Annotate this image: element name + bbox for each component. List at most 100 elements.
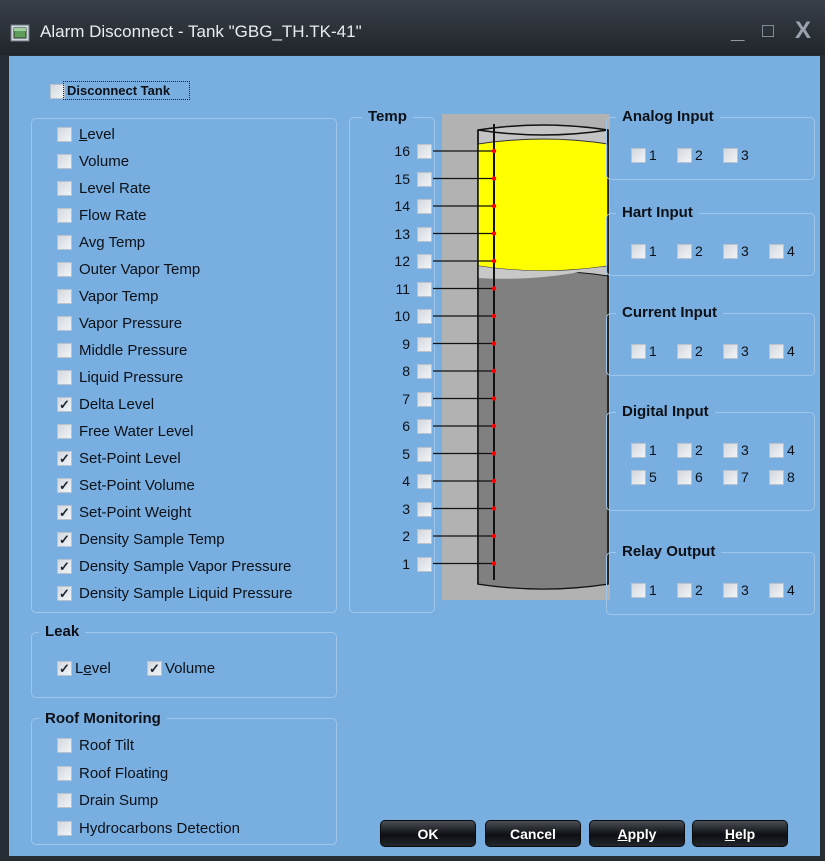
digital-input-channel-3-checkbox[interactable] <box>723 443 738 458</box>
roof-roof-tilt-checkbox[interactable] <box>57 738 72 753</box>
minimize-button[interactable]: _ <box>731 16 744 46</box>
current-input-channel-2-label: 2 <box>695 343 703 359</box>
alarm-flow-rate-label: Flow Rate <box>79 207 147 224</box>
leak-level-label: Level <box>75 660 111 677</box>
digital-input-channel-8-checkbox[interactable] <box>769 470 784 485</box>
alarm-avg-temp-checkbox[interactable] <box>57 235 72 250</box>
sensor-2-marker <box>491 533 497 539</box>
alarm-delta-level-checkbox[interactable]: ✓ <box>57 397 72 412</box>
temp-sensor-8-label: 8 <box>402 363 410 379</box>
roof-drain-sump-label: Drain Sump <box>79 792 159 809</box>
analog-input-channel-2-label: 2 <box>695 147 703 163</box>
current-input-channel-3-label: 3 <box>741 343 749 359</box>
roof-roof-tilt-label: Roof Tilt <box>79 737 135 754</box>
alarm-density-sample-vapor-pressure-checkbox[interactable]: ✓ <box>57 559 72 574</box>
current-input-title: Current Input <box>616 304 723 322</box>
alarm-density-sample-liquid-pressure-label: Density Sample Liquid Pressure <box>79 585 293 602</box>
relay-output-channel-4-label: 4 <box>787 582 795 598</box>
alarm-level-checkbox[interactable] <box>57 127 72 142</box>
alarm-set-point-level-checkbox[interactable]: ✓ <box>57 451 72 466</box>
alarm-volume-checkbox[interactable] <box>57 154 72 169</box>
hart-input-channel-1-label: 1 <box>649 243 657 259</box>
digital-input-channel-7-checkbox[interactable] <box>723 470 738 485</box>
apply-button[interactable]: Apply <box>589 820 685 847</box>
maximize-button[interactable]: □ <box>762 16 774 46</box>
sensor-5-marker <box>491 451 497 456</box>
leak-group-title: Leak <box>39 623 86 641</box>
alarm-avg-temp-label: Avg Temp <box>79 234 146 251</box>
roof-roof-floating-checkbox[interactable] <box>57 765 72 781</box>
cancel-button[interactable]: Cancel <box>485 820 581 847</box>
window-title: Alarm Disconnect - Tank "GBG_TH.TK-41" <box>40 22 362 41</box>
relay-output-channel-4-checkbox[interactable] <box>769 583 784 598</box>
alarm-set-point-level-label: Set-Point Level <box>79 450 181 467</box>
hart-input-channel-1-checkbox[interactable] <box>631 244 646 259</box>
alarm-vapor-temp-checkbox[interactable] <box>57 289 72 304</box>
alarm-middle-pressure-checkbox[interactable] <box>57 343 72 358</box>
alarm-free-water-level-checkbox[interactable] <box>57 424 72 439</box>
digital-input-group <box>606 412 815 511</box>
alarm-liquid-pressure-label: Liquid Pressure <box>79 369 184 386</box>
digital-input-channel-4-checkbox[interactable] <box>769 443 784 458</box>
relay-output-channel-2-checkbox[interactable] <box>677 583 692 598</box>
relay-output-channel-3-checkbox[interactable] <box>723 583 738 598</box>
alarm-vapor-pressure-checkbox[interactable] <box>57 316 72 331</box>
roof-hydrocarbons-detection-checkbox[interactable] <box>57 820 72 836</box>
tank-icon <box>10 24 30 42</box>
temp-sensor-3-label: 3 <box>402 500 410 517</box>
alarm-set-point-weight-checkbox[interactable]: ✓ <box>57 505 72 520</box>
alarm-vapor-pressure-label: Vapor Pressure <box>79 315 183 332</box>
sensor-4-marker <box>491 478 497 484</box>
temp-sensor-13-label: 13 <box>394 225 410 242</box>
temp-sensor-12-label: 12 <box>394 253 410 269</box>
temp-sensor-2-label: 2 <box>402 528 410 544</box>
alarm-set-point-volume-checkbox[interactable]: ✓ <box>57 478 72 493</box>
sensor-15-marker <box>491 176 497 181</box>
disconnect-tank-label: Disconnect Tank <box>67 83 171 98</box>
close-button[interactable]: X <box>795 16 811 46</box>
current-input-channel-1-checkbox[interactable] <box>631 344 646 359</box>
hart-input-channel-3-checkbox[interactable] <box>723 244 738 259</box>
analog-input-channel-1-checkbox[interactable] <box>631 148 646 163</box>
digital-input-channel-6-label: 6 <box>695 469 703 485</box>
alarm-outer-vapor-temp-checkbox[interactable] <box>57 262 72 277</box>
relay-output-title: Relay Output <box>616 543 722 561</box>
roof-drain-sump-checkbox[interactable] <box>57 793 72 808</box>
alarm-density-sample-liquid-pressure-checkbox[interactable]: ✓ <box>57 586 72 601</box>
digital-input-channel-1-checkbox[interactable] <box>631 443 646 458</box>
title-bar[interactable]: Alarm Disconnect - Tank "GBG_TH.TK-41" _… <box>0 0 825 55</box>
tank-lower-layer <box>477 270 609 590</box>
alarm-level-rate-checkbox[interactable] <box>57 181 72 196</box>
sensor-3-marker <box>491 506 497 511</box>
digital-input-channel-1-label: 1 <box>649 442 657 458</box>
temp-sensor-10-label: 10 <box>394 308 410 324</box>
current-input-channel-2-checkbox[interactable] <box>677 344 692 359</box>
analog-input-channel-2-checkbox[interactable] <box>677 148 692 163</box>
hart-input-channel-4-checkbox[interactable] <box>769 244 784 259</box>
current-input-channel-4-checkbox[interactable] <box>769 344 784 359</box>
leak-level-part: vel <box>91 660 111 677</box>
digital-input-channel-5-checkbox[interactable] <box>631 470 646 485</box>
alarm-density-sample-temp-checkbox[interactable]: ✓ <box>57 532 72 547</box>
alarm-flow-rate-checkbox[interactable] <box>57 208 72 223</box>
ok-button[interactable]: OK <box>380 820 476 847</box>
sensor-8-marker <box>491 368 497 374</box>
relay-output-channel-1-checkbox[interactable] <box>631 583 646 598</box>
leak-volume-label: Volume <box>165 660 216 677</box>
digital-input-channel-2-checkbox[interactable] <box>677 443 692 458</box>
hart-input-channel-2-label: 2 <box>695 243 703 259</box>
alarm-liquid-pressure-checkbox[interactable] <box>57 370 72 385</box>
leak-level-checkbox[interactable]: ✓ <box>57 661 72 676</box>
leak-level-mnemonic: e <box>83 660 92 677</box>
hart-input-channel-2-checkbox[interactable] <box>677 244 692 259</box>
sensor-13-marker <box>491 231 497 236</box>
digital-input-channel-6-checkbox[interactable] <box>677 470 692 485</box>
current-input-channel-1-label: 1 <box>649 343 657 359</box>
leak-volume-checkbox[interactable]: ✓ <box>147 661 162 676</box>
analog-input-channel-3-checkbox[interactable] <box>723 148 738 163</box>
hart-input-channel-4-label: 4 <box>787 243 795 259</box>
sensor-6-marker <box>491 423 497 429</box>
help-button[interactable]: Help <box>692 820 788 847</box>
tank-graphic <box>433 114 610 600</box>
current-input-channel-3-checkbox[interactable] <box>723 344 738 359</box>
